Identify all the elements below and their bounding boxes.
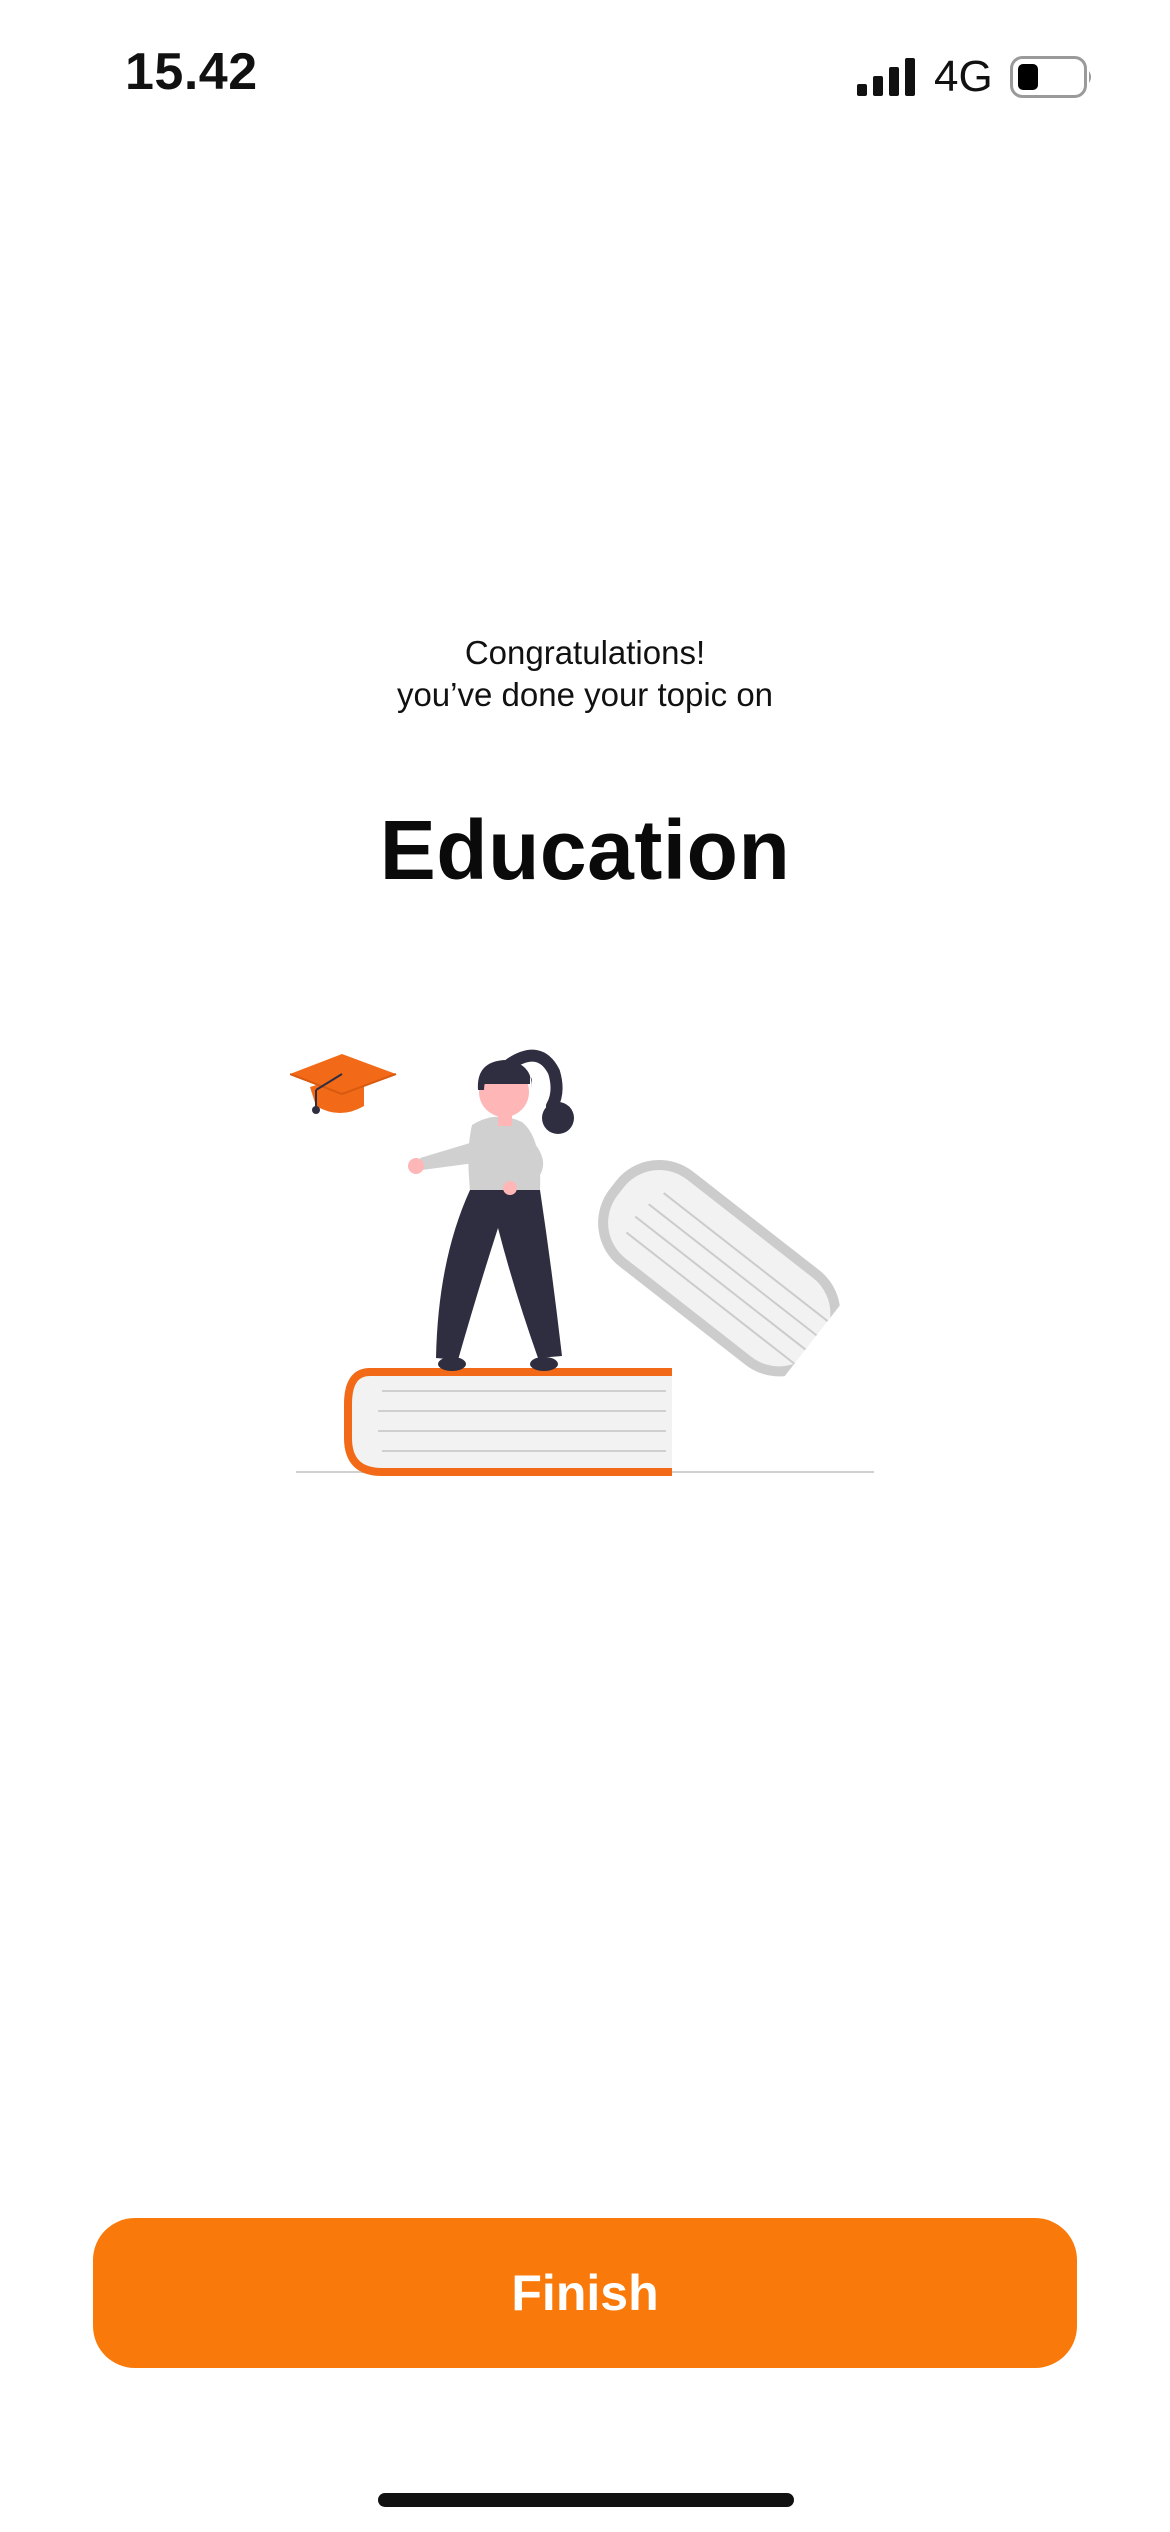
- battery-low-icon: [1010, 56, 1091, 98]
- leaning-book: [598, 1159, 862, 1399]
- status-time: 15.42: [125, 43, 258, 101]
- orange-book: [344, 1368, 672, 1476]
- home-indicator[interactable]: [378, 2493, 794, 2507]
- graduation-illustration: [290, 1049, 874, 1476]
- topic-title: Education: [379, 803, 791, 897]
- congratulations-screen: 15.42 4G Congratulations! you’ve done yo…: [0, 0, 1170, 2532]
- student-figure: [408, 1049, 574, 1371]
- status-bar: 15.42 4G: [0, 0, 1170, 150]
- congratulations-message: Congratulations! you’ve done your topic …: [0, 632, 1170, 716]
- topic-intro-line: you’ve done your topic on: [396, 676, 774, 713]
- graduation-cap-icon: [290, 1054, 397, 1114]
- network-type: 4G: [934, 52, 993, 101]
- finish-button[interactable]: Finish: [93, 2218, 1077, 2368]
- congrats-line: Congratulations!: [464, 634, 706, 671]
- cellular-signal-icon: [857, 58, 915, 96]
